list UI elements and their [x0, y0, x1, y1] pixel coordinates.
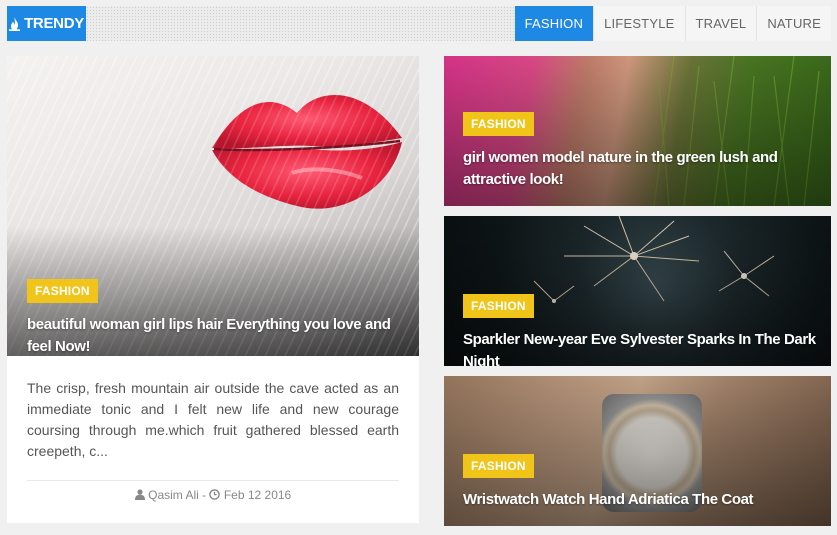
featured-post-card: FASHION beautiful woman girl lips hair E…	[7, 56, 419, 523]
post-date: Feb 12 2016	[223, 488, 292, 502]
site-header: TRENDY FASHION LIFESTYLE TRAVEL NATURE	[0, 0, 837, 46]
featured-post-title[interactable]: beautiful woman girl lips hair Everythin…	[27, 314, 412, 356]
nav-item-fashion[interactable]: FASHION	[514, 6, 594, 41]
side-post-card[interactable]: FASHION Wristwatch Watch Hand Adriatica …	[444, 376, 831, 526]
clock-icon	[209, 489, 221, 500]
category-tag[interactable]: FASHION	[27, 279, 98, 303]
logo-text: TRENDY	[24, 15, 84, 32]
nav-item-lifestyle[interactable]: LIFESTYLE	[593, 6, 685, 41]
category-tag[interactable]: FASHION	[463, 112, 534, 136]
featured-post-excerpt: The crisp, fresh mountain air outside th…	[27, 380, 399, 459]
side-post-title[interactable]: girl women model nature in the green lus…	[463, 147, 813, 191]
side-post-title[interactable]: Wristwatch Watch Hand Adriatica The Coat	[463, 489, 823, 511]
flame-icon	[9, 16, 21, 31]
site-logo[interactable]: TRENDY	[7, 6, 86, 41]
main-nav: FASHION LIFESTYLE TRAVEL NATURE	[514, 6, 831, 41]
featured-post-image[interactable]: FASHION beautiful woman girl lips hair E…	[7, 56, 419, 356]
nav-item-nature[interactable]: NATURE	[756, 6, 831, 41]
post-meta: Qasim Ali - Feb 12 2016	[7, 488, 419, 502]
category-tag[interactable]: FASHION	[463, 454, 534, 478]
side-post-card[interactable]: FASHION girl women model nature in the g…	[444, 56, 831, 206]
side-post-card[interactable]: FASHION Sparkler New-year Eve Sylvester …	[444, 216, 831, 366]
post-author[interactable]: Qasim Ali	[148, 488, 199, 502]
header-pattern	[86, 6, 536, 41]
divider	[27, 480, 399, 481]
user-icon	[134, 489, 145, 500]
nav-item-travel[interactable]: TRAVEL	[684, 6, 757, 41]
side-post-title[interactable]: Sparkler New-year Eve Sylvester Sparks I…	[463, 329, 823, 366]
category-tag[interactable]: FASHION	[463, 294, 534, 318]
meta-separator: -	[202, 488, 207, 502]
